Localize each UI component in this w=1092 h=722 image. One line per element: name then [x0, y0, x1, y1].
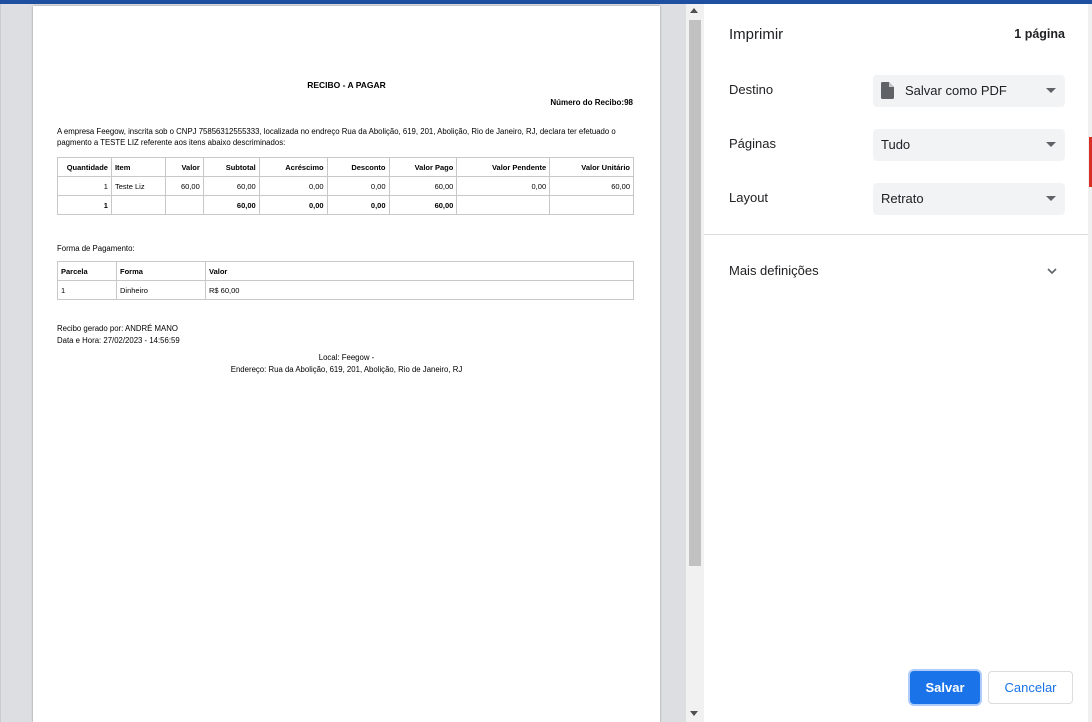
items-col-header: Item — [110, 157, 166, 177]
destination-value: Salvar como PDF — [905, 83, 1007, 98]
totals-row: 1 60,00 0,00 0,00 60,00 — [57, 195, 634, 215]
save-button[interactable]: Salvar — [910, 671, 980, 704]
table-cell: 60,00 — [388, 176, 458, 196]
items-col-header: Valor Unitário — [549, 157, 634, 177]
payments-table: Parcela Forma Valor 1 Dinheiro R$ 60,00 — [57, 261, 634, 300]
items-col-header: Desconto — [326, 157, 390, 177]
cancel-button[interactable]: Cancelar — [988, 671, 1073, 704]
print-preview-area[interactable]: RECIBO - A PAGAR Número do Recibo:98 A e… — [0, 4, 686, 722]
generated-datetime: Data e Hora: 27/02/2023 - 14:56:59 — [57, 336, 180, 345]
table-cell: Dinheiro — [116, 280, 206, 300]
table-cell: R$ 60,00 — [205, 280, 634, 300]
scroll-down-arrow-icon[interactable] — [690, 711, 698, 716]
table-cell: Teste Liz — [110, 176, 166, 196]
chevron-down-icon — [1046, 88, 1056, 93]
preview-scrollbar[interactable] — [686, 4, 704, 722]
table-cell: 1 — [57, 280, 117, 300]
table-cell: 60,00 — [202, 176, 260, 196]
chevron-down-icon — [1046, 142, 1056, 147]
preview-page: RECIBO - A PAGAR Número do Recibo:98 A e… — [33, 6, 660, 722]
location-name: Local: Feegow - — [318, 353, 375, 362]
payment-method-label: Forma de Pagamento: — [57, 244, 135, 253]
scroll-up-arrow-icon[interactable] — [690, 8, 698, 13]
table-cell: 60,00 — [549, 176, 634, 196]
receipt-generated-info: Recibo gerado por: ANDRÉ MANO Data e Hor… — [57, 323, 180, 347]
page-count: 1 página — [1014, 27, 1065, 41]
table-cell: 0,00 — [326, 176, 390, 196]
items-col-header: Valor Pendente — [456, 157, 551, 177]
generated-by: Recibo gerado por: ANDRÉ MANO — [57, 324, 178, 333]
destination-label: Destino — [729, 82, 774, 97]
table-cell: 0,00 — [258, 176, 328, 196]
print-settings-panel: Imprimir 1 página Destino Salvar como PD… — [704, 4, 1088, 722]
table-cell: 1 — [57, 195, 112, 215]
items-col-header: Valor — [164, 157, 204, 177]
payments-col-header: Valor — [205, 261, 634, 281]
payments-col-header: Parcela — [57, 261, 117, 281]
layout-value: Retrato — [881, 191, 924, 206]
table-cell — [164, 195, 204, 215]
items-col-header: Subtotal — [202, 157, 260, 177]
more-settings-toggle[interactable]: Mais definições — [729, 263, 819, 278]
chevron-down-icon — [1046, 196, 1056, 201]
pages-label: Páginas — [729, 136, 776, 151]
table-cell: 60,00 — [164, 176, 204, 196]
table-cell: 0,00 — [456, 176, 551, 196]
location-address: Endereço: Rua da Abolição, 619, 201, Abo… — [230, 365, 463, 374]
items-col-header: Quantidade — [57, 157, 112, 177]
print-title: Imprimir — [729, 26, 784, 43]
layout-label: Layout — [729, 190, 769, 205]
chevron-down-icon[interactable] — [1045, 264, 1059, 278]
scrollbar-thumb[interactable] — [689, 20, 701, 566]
table-row: 1 Teste Liz 60,00 60,00 0,00 0,00 60,00 … — [57, 176, 634, 196]
items-col-header: Valor Pago — [388, 157, 458, 177]
table-cell: 60,00 — [388, 195, 458, 215]
receipt-declaration: A empresa Feegow, inscrita sob o CNPJ 75… — [57, 127, 616, 147]
destination-select[interactable]: Salvar como PDF — [873, 75, 1065, 107]
table-cell — [456, 195, 551, 215]
items-header-row: Quantidade Item Valor Subtotal Acréscimo… — [57, 157, 634, 177]
table-cell: 0,00 — [326, 195, 390, 215]
file-icon — [881, 82, 894, 99]
table-cell: 0,00 — [258, 195, 328, 215]
divider — [704, 234, 1088, 235]
payments-header-row: Parcela Forma Valor — [57, 261, 634, 281]
table-cell — [549, 195, 634, 215]
table-cell — [110, 195, 166, 215]
table-cell: 1 — [57, 176, 112, 196]
receipt-title: RECIBO - A PAGAR — [307, 80, 386, 90]
payments-col-header: Forma — [116, 261, 206, 281]
background-app-edge — [1088, 4, 1092, 722]
pages-value: Tudo — [881, 137, 911, 152]
receipt-number: Número do Recibo:98 — [550, 98, 633, 107]
items-table: Quantidade Item Valor Subtotal Acréscimo… — [57, 157, 634, 215]
items-col-header: Acréscimo — [258, 157, 328, 177]
table-cell: 60,00 — [202, 195, 260, 215]
receipt-location: Local: Feegow - Endereço: Rua da Aboliçã… — [33, 352, 660, 376]
layout-select[interactable]: Retrato — [873, 183, 1065, 215]
pages-select[interactable]: Tudo — [873, 129, 1065, 161]
table-row: 1 Dinheiro R$ 60,00 — [57, 280, 634, 300]
